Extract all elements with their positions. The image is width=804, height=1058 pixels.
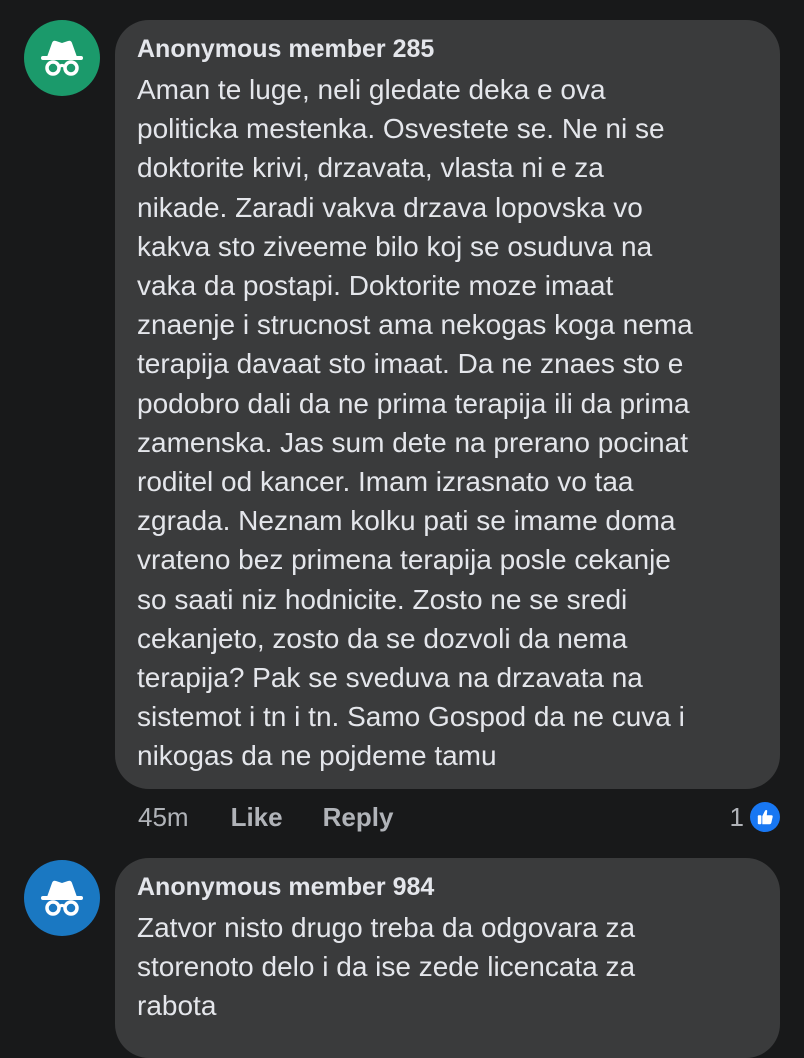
comment-bubble: Anonymous member 285 Aman te luge, neli … (115, 20, 780, 789)
incognito-icon (41, 40, 83, 76)
comment-text: Zatvor nisto drugo treba da odgovara za … (137, 912, 636, 1022)
comment-author[interactable]: Anonymous member 285 (137, 34, 758, 64)
reaction-summary[interactable]: 1 (730, 802, 780, 833)
like-button[interactable]: Like (231, 802, 283, 833)
reaction-count: 1 (729, 801, 744, 832)
incognito-icon (41, 880, 83, 916)
comment-actions: 45m Like Reply 1 (138, 797, 780, 837)
comment-text: Aman te luge, neli gledate deka e ova po… (137, 74, 693, 772)
reply-button[interactable]: Reply (323, 802, 394, 833)
avatar[interactable] (24, 860, 100, 936)
thumbs-up-icon (750, 802, 780, 832)
comment-bubble: Anonymous member 984 Zatvor nisto drugo … (115, 858, 780, 1058)
avatar[interactable] (24, 20, 100, 96)
comment-author[interactable]: Anonymous member 984 (137, 872, 758, 902)
comment-timestamp[interactable]: 45m (138, 802, 189, 833)
